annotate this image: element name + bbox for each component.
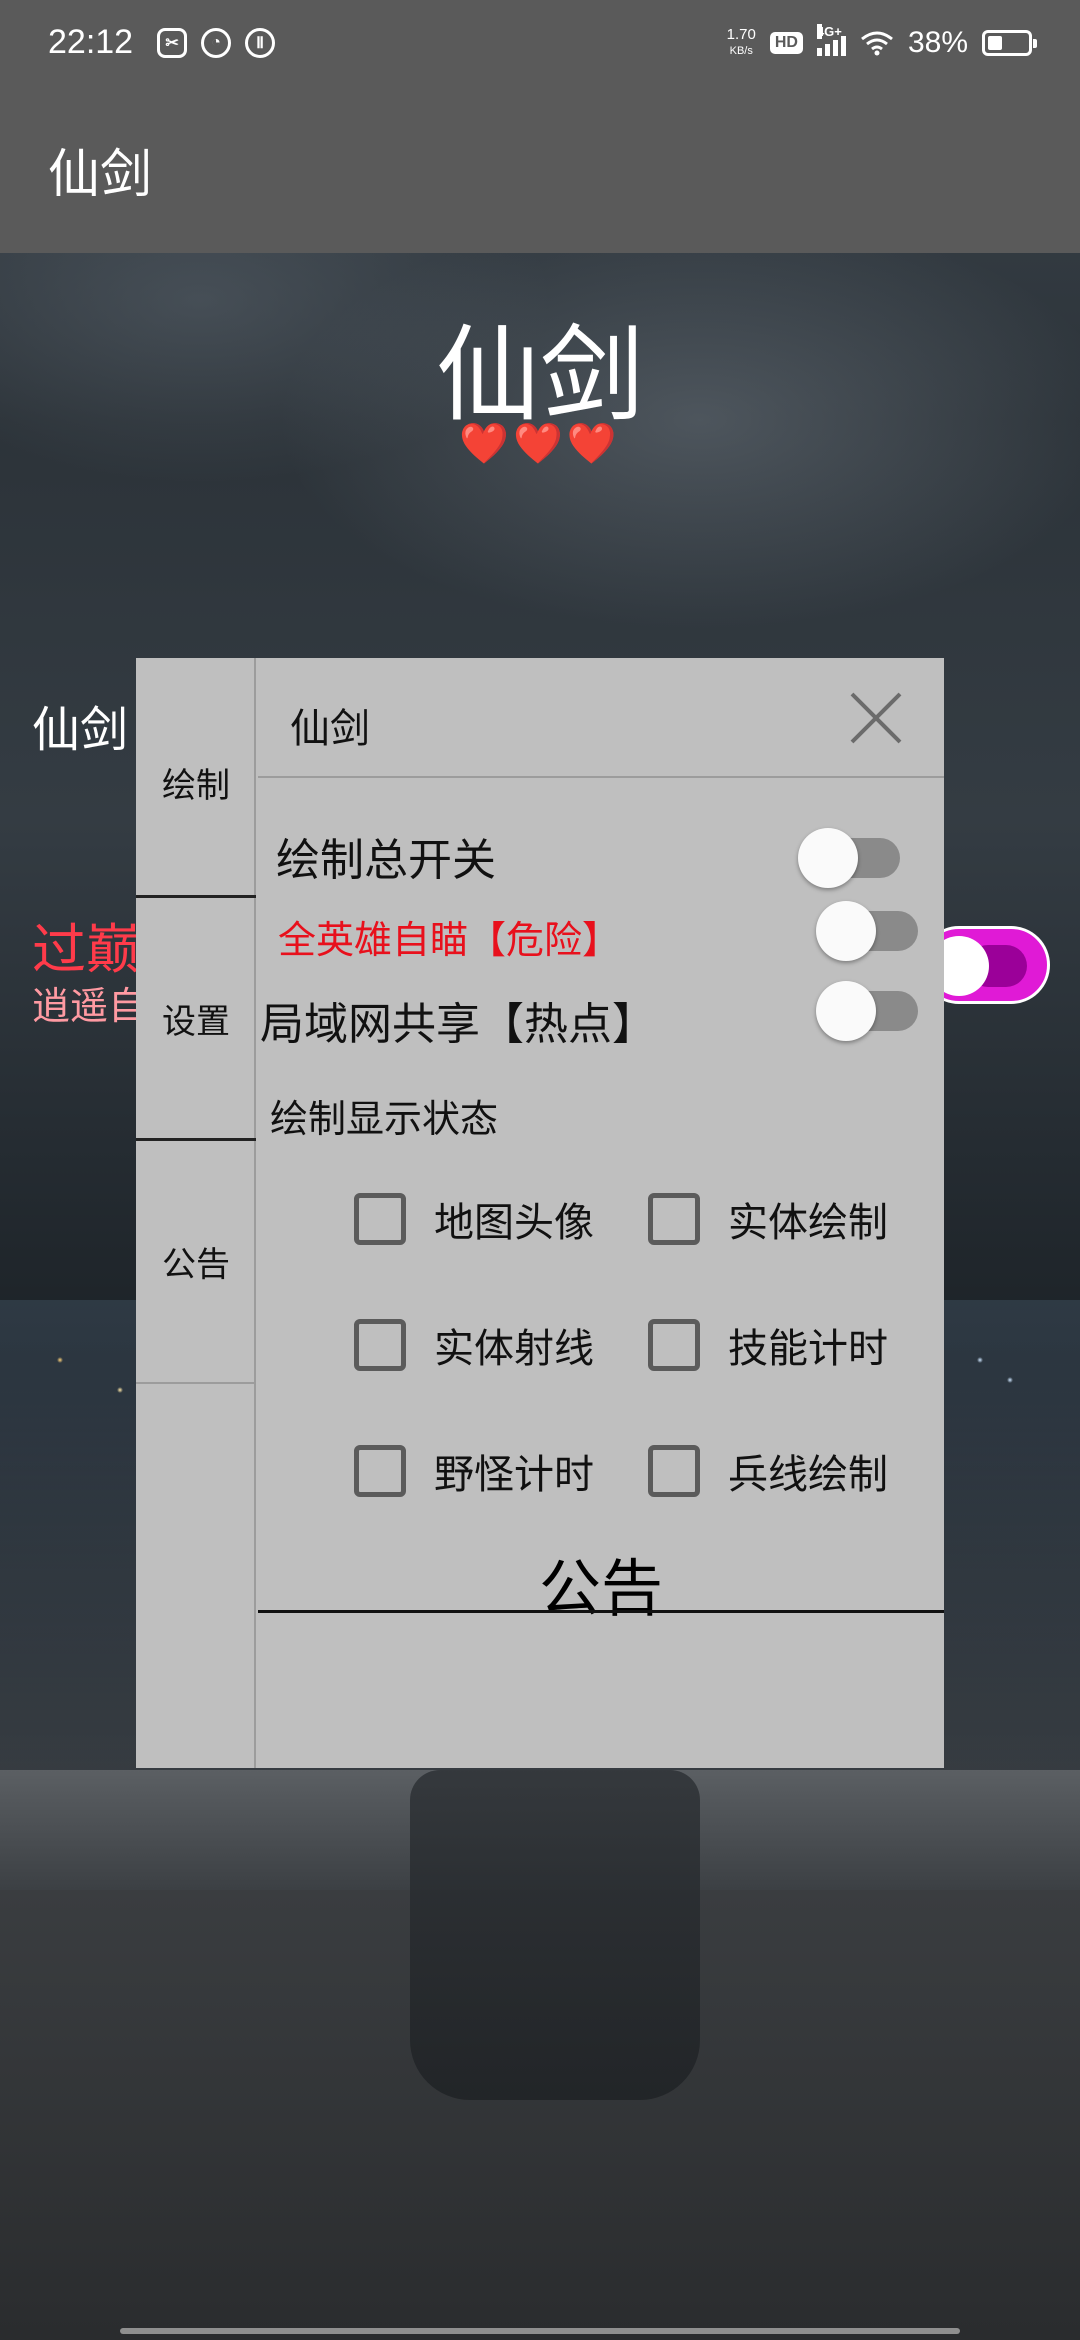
network-speed-unit: KB/s (729, 44, 753, 57)
notice-divider (258, 1610, 944, 1613)
settings-dialog: 绘制 设置 公告 仙剑 绘制总开关 全英雄自瞄【危险】 局域网共享【热点】 绘制… (136, 658, 944, 1768)
status-time: 22:12 (48, 23, 134, 61)
home-indicator[interactable] (120, 2328, 960, 2334)
checkbox-entity-ray[interactable]: 实体射线 (354, 1316, 594, 1374)
checkbox-label: 野怪计时 (434, 1452, 594, 1498)
switch-knob (816, 981, 876, 1041)
checkbox-box[interactable] (354, 1319, 406, 1371)
notification-icons: ✂ ◔ Ⅱ (157, 27, 276, 58)
checkbox-monster-timer[interactable]: 野怪计时 (354, 1442, 594, 1500)
wifi-icon (861, 31, 893, 55)
auto-aim-switch[interactable] (816, 901, 918, 961)
checkbox-minion-draw[interactable]: 兵线绘制 (648, 1442, 888, 1500)
tab-settings[interactable]: 设置 (136, 898, 256, 1141)
checkbox-label: 实体绘制 (728, 1200, 888, 1246)
checkbox-box[interactable] (354, 1445, 406, 1497)
switch-knob (816, 901, 876, 961)
dialog-content: 仙剑 绘制总开关 全英雄自瞄【危险】 局域网共享【热点】 绘制显示状态 地图头像 (258, 658, 944, 1768)
shield-notification-icon: Ⅱ (245, 27, 276, 58)
draw-master-switch-label: 绘制总开关 (276, 835, 496, 886)
lan-share-switch[interactable] (816, 981, 918, 1041)
checkbox-label: 地图头像 (434, 1200, 594, 1246)
notice-heading: 公告 (538, 1552, 663, 1625)
checkbox-entity-draw[interactable]: 实体绘制 (648, 1190, 888, 1248)
app-bar: 仙剑 (0, 85, 1080, 253)
checkbox-label: 实体射线 (434, 1326, 594, 1372)
app-title: 仙剑 (48, 144, 153, 205)
network-speed-value: 1.70 (726, 25, 756, 43)
hearts-text: ❤️❤️❤️ (459, 421, 621, 467)
battery-icon (982, 29, 1037, 56)
checkbox-map-avatar[interactable]: 地图头像 (354, 1190, 594, 1248)
network-speed: 1.70 KB/s (726, 25, 756, 59)
checkbox-label: 技能计时 (728, 1326, 888, 1372)
hd-icon: HD (769, 31, 803, 54)
checkbox-box[interactable] (648, 1319, 700, 1371)
dialog-header: 仙剑 (258, 658, 944, 778)
background-red-title: 过巅 (32, 918, 140, 981)
background-red-subtitle: 逍遥自 (32, 984, 147, 1028)
draw-display-section-label: 绘制显示状态 (270, 1097, 499, 1141)
background-figure (410, 1770, 700, 2100)
status-right: 1.70 KB/s HD 4G+ 38% (726, 23, 1037, 60)
dialog-sidebar: 绘制 设置 公告 (136, 658, 256, 1768)
network-type: 4G+ (816, 23, 842, 39)
battery-fill (988, 35, 1002, 50)
checkbox-box[interactable] (648, 1445, 700, 1497)
draw-master-switch[interactable] (798, 828, 900, 888)
tab-draw[interactable]: 绘制 (136, 658, 256, 898)
chat-notification-icon: ◔ (201, 27, 232, 58)
dialog-title: 仙剑 (290, 706, 370, 752)
auto-aim-switch-label: 全英雄自瞄【危险】 (278, 918, 621, 962)
tab-notice[interactable]: 公告 (136, 1141, 256, 1384)
close-icon[interactable] (846, 688, 906, 748)
checkbox-box[interactable] (648, 1193, 700, 1245)
battery-percent: 38% (907, 25, 968, 59)
switch-knob (798, 828, 858, 888)
hero-title: 仙剑 (435, 314, 644, 436)
background-label: 仙剑 (32, 702, 129, 758)
signal-icon: 4G+ (816, 23, 846, 56)
checkbox-label: 兵线绘制 (728, 1452, 888, 1498)
app-notification-icon: ✂ (157, 27, 188, 58)
checkbox-box[interactable] (354, 1193, 406, 1245)
checkbox-skill-timer[interactable]: 技能计时 (648, 1316, 888, 1374)
status-bar: 22:12 ✂ ◔ Ⅱ 1.70 KB/s HD 4G+ 38% (0, 0, 1080, 85)
lan-share-switch-label: 局域网共享【热点】 (260, 999, 656, 1050)
